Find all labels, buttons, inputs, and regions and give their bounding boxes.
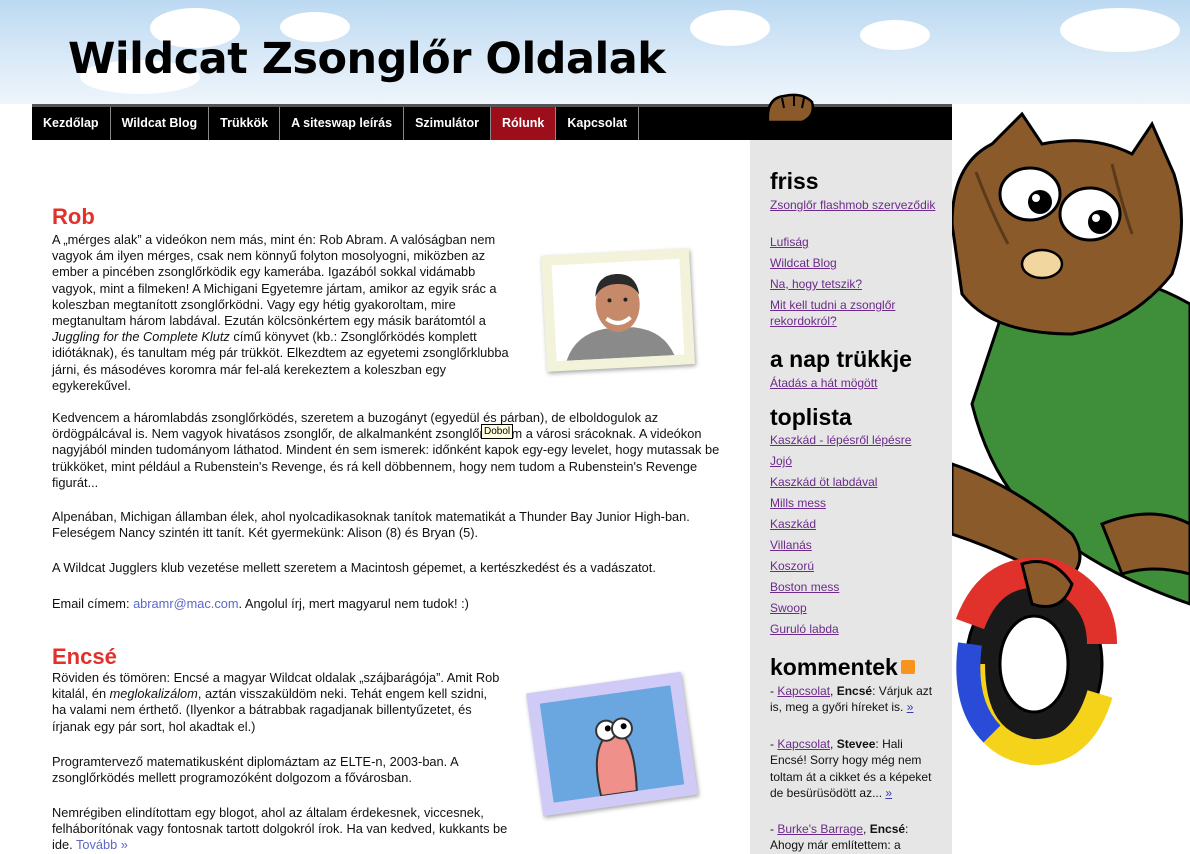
nav-item[interactable]: Wildcat Blog bbox=[111, 107, 210, 140]
comment-item: - Kapcsolat, Encsé: Várjuk azt is, meg a… bbox=[770, 684, 933, 715]
rob-portrait-image bbox=[551, 258, 685, 362]
comment-item: - Burke's Barrage, Encsé: Ahogy már emlí… bbox=[770, 822, 909, 853]
toplist-link[interactable]: Guruló labda bbox=[770, 621, 940, 637]
rob-paragraph-1: A „mérges alak” a videókon nem más, mint… bbox=[52, 232, 509, 393]
toplist-link[interactable]: Jojó bbox=[770, 453, 940, 469]
section-title-encse: Encsé bbox=[52, 644, 117, 669]
comment-author: Encsé bbox=[836, 684, 873, 698]
sidebar-title-trick: a nap trükkje bbox=[770, 346, 912, 372]
rob-paragraph-3: Alpenában, Michigan államban élek, ahol … bbox=[52, 509, 690, 541]
rob-paragraph-2: Kedvencem a háromlabdás zsonglőrködés, s… bbox=[52, 410, 720, 490]
encse-avatar bbox=[526, 671, 698, 817]
toplist-link[interactable]: Boston mess bbox=[770, 579, 940, 595]
friss-link[interactable]: Zsonglőr flashmob szerveződik bbox=[770, 197, 940, 213]
toplist-link[interactable]: Koszorú bbox=[770, 558, 940, 574]
nav-item[interactable]: Rólunk bbox=[490, 107, 557, 140]
nav-item[interactable]: Trükkök bbox=[209, 107, 281, 140]
cat-mascot-illustration bbox=[952, 111, 1190, 766]
sidebar-title-toplist: toplista bbox=[770, 404, 852, 430]
friss-link[interactable]: Wildcat Blog bbox=[770, 255, 940, 271]
comment-post-link[interactable]: Burke's Barrage bbox=[777, 822, 863, 836]
encse-paragraph-2: Programtervező matematikusként diplomázt… bbox=[52, 754, 458, 786]
cloud bbox=[1060, 8, 1180, 52]
sidebar-title-friss: friss bbox=[770, 168, 819, 194]
rob-photo bbox=[541, 248, 695, 372]
sidebar: friss Zsonglőr flashmob szerveződik Lufi… bbox=[750, 140, 952, 854]
main-content: Rob A „mérges alak” a videókon nem más, … bbox=[32, 140, 750, 854]
rss-icon[interactable] bbox=[900, 659, 915, 674]
worm-cartoon-image bbox=[539, 685, 685, 803]
toplist-link[interactable]: Kaszkád öt labdával bbox=[770, 474, 940, 490]
friss-link[interactable]: Mit kell tudni a zsonglőr rekordokról? bbox=[770, 297, 920, 329]
trick-of-day-link[interactable]: Átadás a hát mögött bbox=[770, 375, 940, 391]
comment-item: - Kapcsolat, Stevee: Hali Encsé! Sorry h… bbox=[770, 737, 932, 800]
comment-more-link[interactable]: » bbox=[885, 786, 892, 800]
email-link[interactable]: abramr@mac.com bbox=[133, 596, 238, 611]
toplist-link[interactable]: Kaszkád bbox=[770, 516, 940, 532]
section-title-rob: Rob bbox=[52, 204, 95, 229]
comment-author: Encsé bbox=[869, 822, 906, 836]
rob-email-line: Email címem: abramr@mac.com. Angolul írj… bbox=[52, 596, 469, 611]
encse-paragraph-3: Nemrégiben elindítottam egy blogot, ahol… bbox=[52, 805, 508, 853]
friss-link[interactable]: Na, hogy tetszik? bbox=[770, 276, 940, 292]
toplist-link[interactable]: Kaszkád - lépésről lépésre bbox=[770, 432, 940, 448]
rob-paragraph-4: A Wildcat Jugglers klub vezetése mellett… bbox=[52, 560, 656, 575]
toplist-link[interactable]: Mills mess bbox=[770, 495, 940, 511]
comment-more-link[interactable]: » bbox=[907, 700, 914, 714]
sidebar-title-comments: kommentek bbox=[770, 654, 915, 681]
toplist-link[interactable]: Villanás bbox=[770, 537, 940, 553]
cloud bbox=[690, 10, 770, 46]
cat-paw-illustration bbox=[766, 93, 815, 124]
friss-link[interactable]: Lufiság bbox=[770, 234, 940, 250]
tooltip: Dobol bbox=[481, 424, 514, 439]
nav-item[interactable]: A siteswap leírás bbox=[280, 107, 405, 140]
comment-post-link[interactable]: Kapcsolat bbox=[777, 737, 830, 751]
comment-post-link[interactable]: Kapcsolat bbox=[777, 684, 830, 698]
nav-item[interactable]: Kezdőlap bbox=[32, 107, 111, 140]
read-more-link[interactable]: Tovább » bbox=[76, 837, 128, 852]
toplist-link[interactable]: Swoop bbox=[770, 600, 940, 616]
cloud bbox=[860, 20, 930, 50]
email-label: Email címem: bbox=[52, 596, 134, 611]
comment-author: Stevee bbox=[836, 737, 876, 751]
encse-paragraph-1: Röviden és tömören: Encsé a magyar Wildc… bbox=[52, 670, 500, 734]
site-title[interactable]: Wildcat Zsonglőr Oldalak bbox=[68, 34, 666, 84]
nav-item[interactable]: Kapcsolat bbox=[556, 107, 640, 140]
nav-item[interactable]: Szimulátor bbox=[404, 107, 491, 140]
